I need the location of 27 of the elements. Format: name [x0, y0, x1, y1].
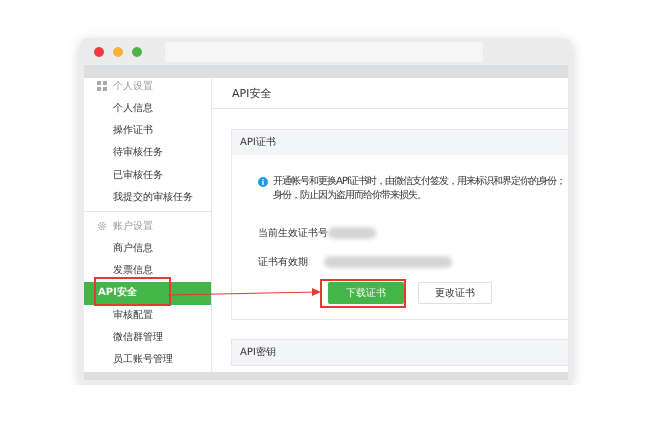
info-icon [258, 177, 268, 187]
sidebar-item[interactable]: 我提交的审核任务 [84, 186, 211, 209]
blurred-value [328, 227, 376, 239]
sidebar-item[interactable]: 审核配置 [84, 304, 211, 327]
group-heading: 个人设置 [113, 80, 153, 93]
field-label: 证书有效期 [258, 256, 309, 269]
change-button[interactable]: 更改证书 [418, 282, 492, 304]
sidebar-item[interactable]: 微信群管理 [84, 326, 211, 349]
group-heading: 账户设置 [113, 220, 153, 233]
info-text: 身份，防止因为盗用而给你带来损失。 [273, 189, 427, 203]
card-title: API证书 [232, 130, 568, 155]
sidebar-item[interactable]: 商户信息 [84, 238, 211, 260]
close-icon[interactable] [94, 46, 104, 56]
sidebar-item[interactable]: 员工账号管理 [84, 348, 211, 372]
sidebar-item[interactable]: 已审核任务 [84, 164, 211, 187]
field-label: 当前生效证书号 [258, 226, 328, 240]
sidebar-item[interactable]: 待审核任务 [84, 142, 211, 165]
settings-icon [97, 220, 107, 231]
card-title: API密钥 [232, 340, 568, 365]
grid-icon [97, 81, 107, 91]
sidebar-item[interactable]: 个人信息 [84, 98, 211, 120]
minimize-icon[interactable] [113, 46, 123, 56]
sidebar-item[interactable]: 发票信息 [84, 260, 211, 282]
sidebar-item[interactable]: 操作证书 [84, 120, 211, 142]
page-title: API安全 [232, 86, 272, 100]
info-text: 开通帐号和更换API证书时，由微信支付签发，用来标识和界定你的身份； [273, 175, 565, 189]
maximize-icon[interactable] [132, 46, 142, 56]
